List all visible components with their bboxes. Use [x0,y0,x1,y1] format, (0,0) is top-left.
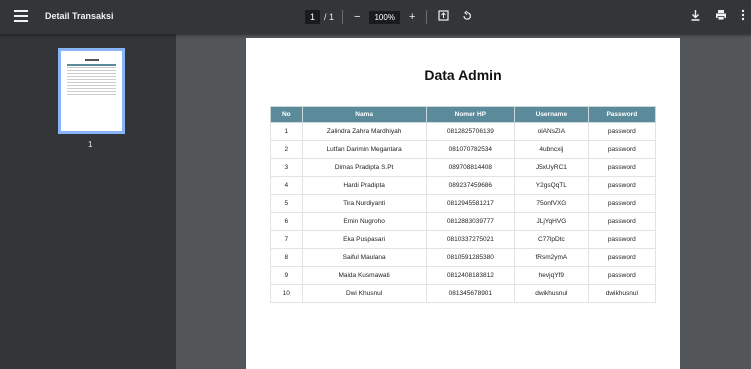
table-cell: password [587,158,657,177]
table-header-row: No Nama Nomer HP Username Password [270,106,657,123]
table-row: 2 Lutfan Darimin Megantara 081070782534 4ub… [270,140,657,159]
admin-table: No Nama Nomer HP Username Password 1 Zali… [270,106,657,303]
download-icon[interactable] [690,9,701,24]
table-cell: 9 [270,266,303,285]
table-cell: password [587,140,657,159]
table-cell: password [587,230,657,249]
table-cell: 4ubncxij [514,140,589,159]
table-cell: Lutfan Darimin Megantara [301,140,427,159]
page-thumbnail[interactable] [58,48,125,134]
table-cell: 3 [270,158,303,177]
thumbnail-sidebar: 1 [0,34,176,369]
table-cell: dwikhusnul [587,284,657,303]
toolbar-actions [690,9,745,24]
table-cell: 089237459686 [425,176,516,195]
pdf-toolbar: Detail Transaksi 1 / 1 − 100% + [0,0,751,34]
table-cell: Dimas Pradipta S.Pt [301,158,427,177]
table-cell: 10 [270,284,303,303]
table-cell: J5xUyRC1 [514,158,589,177]
zoom-in-icon[interactable]: + [406,11,418,23]
document-title: Detail Transaksi [45,11,114,21]
table-cell: 0812883039777 [425,212,516,231]
table-cell: 6 [270,212,303,231]
table-row: 9 Maida Kusmawati 0812408183812 hevjqYf9 pas… [270,266,657,285]
table-cell: Emin Nugroho [301,212,427,231]
table-cell: 5 [270,194,303,213]
table-cell: C77lpDtc [514,230,589,249]
table-cell: password [587,248,657,267]
thumbnail-preview [67,59,116,97]
table-cell: 081070782534 [425,140,516,159]
table-cell: 1 [270,122,303,141]
zoom-out-icon[interactable]: − [351,11,363,23]
thumbnail-page-number: 1 [88,140,93,149]
print-icon[interactable] [715,9,727,24]
page-total: / 1 [324,12,335,22]
table-row: 1 Zalindra Zahra Mardhiyah 0812825706139 ol… [270,122,657,141]
table-cell: olANsZIA [514,122,589,141]
more-icon[interactable] [741,9,745,24]
table-cell: dwikhusnul [514,284,589,303]
column-header: Username [514,106,589,123]
table-row: 7 Eka Puspasari 0810337275021 C77lpDtc passw… [270,230,657,249]
table-cell: Y2gsQqTL [514,176,589,195]
column-header: Nomer HP [425,106,516,123]
rotate-icon[interactable] [458,10,476,25]
table-row: 8 Saiful Maulana 0810591285380 fRsm2ymA pass… [270,248,657,267]
page-controls: 1 / 1 − 100% + [305,8,476,26]
table-cell: password [587,176,657,195]
menu-icon[interactable] [14,10,28,24]
divider [426,10,428,24]
table-cell: 081345678901 [425,284,516,303]
table-row: 4 Hardi Pradipta 089237459686 Y2gsQqTL passw… [270,176,657,195]
table-row: 10 Dwi Khusnul 081345678901 dwikhusnul dwikh… [270,284,657,303]
table-cell: 0812825706139 [425,122,516,141]
divider [342,10,344,24]
fit-page-icon[interactable] [435,10,452,24]
pdf-page: Data Admin No Nama Nomer HP Username Pas… [246,38,680,369]
table-cell: 75onfVXG [514,194,589,213]
document-viewer[interactable]: Data Admin No Nama Nomer HP Username Pas… [176,34,751,369]
table-cell: 0812408183812 [425,266,516,285]
table-cell: 0810337275021 [425,230,516,249]
column-header: Nama [301,106,427,123]
table-cell: password [587,266,657,285]
table-cell: Saiful Maulana [301,248,427,267]
table-cell: Eka Puspasari [301,230,427,249]
table-cell: 0812945581217 [425,194,516,213]
table-cell: 7 [270,230,303,249]
table-cell: 4 [270,176,303,195]
table-cell: Tira Nurdiyanti [301,194,427,213]
table-cell: 0810591285380 [425,248,516,267]
page-title: Data Admin [424,67,502,83]
table-row: 6 Emin Nugroho 0812883039777 JLjYqHVG passwo… [270,212,657,231]
page-number-input[interactable]: 1 [305,10,321,24]
table-cell: Dwi Khusnul [301,284,427,303]
column-header: Password [587,106,657,123]
table-cell: 2 [270,140,303,159]
table-cell: Maida Kusmawati [301,266,427,285]
column-header: No [270,106,303,123]
table-row: 3 Dimas Pradipta S.Pt 089708814408 J5xUyRC1… [270,158,657,177]
zoom-input[interactable]: 100% [369,10,400,24]
table-cell: hevjqYf9 [514,266,589,285]
table-cell: Zalindra Zahra Mardhiyah [301,122,427,141]
table-cell: JLjYqHVG [514,212,589,231]
table-cell: 8 [270,248,303,267]
table-cell: password [587,212,657,231]
table-cell: fRsm2ymA [514,248,589,267]
table-cell: password [587,122,657,141]
table-cell: Hardi Pradipta [301,176,427,195]
table-row: 5 Tira Nurdiyanti 0812945581217 75onfVXG pas… [270,194,657,213]
table-cell: password [587,194,657,213]
table-cell: 089708814408 [425,158,516,177]
